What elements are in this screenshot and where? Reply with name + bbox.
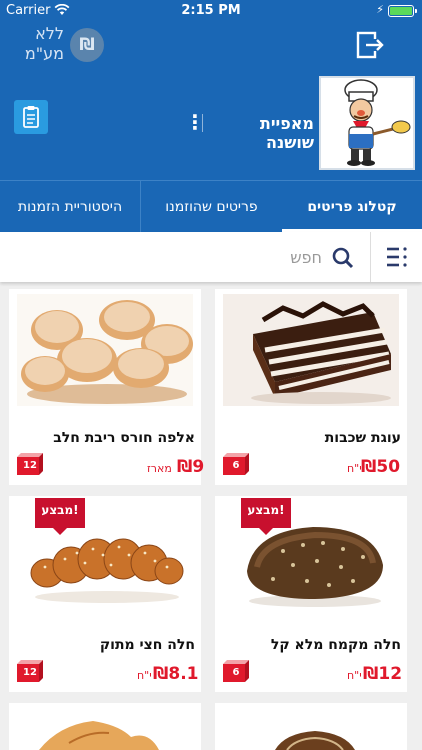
product-name: אלפה חורס ריבת חלב: [53, 430, 195, 446]
add-to-cart-button[interactable]: 12: [17, 660, 43, 682]
store-header: מאפיית שושנה ⋮: [0, 68, 422, 180]
product-unit: י"ח: [347, 669, 362, 682]
product-unit: י"ח: [137, 669, 152, 682]
cart-count: 6: [232, 667, 240, 678]
store-logo: [319, 76, 415, 170]
product-card[interactable]: מבצע! חלה מקמח מלא קל י"ח ₪12 6: [215, 496, 407, 692]
tab-bar: קטלוג פריטים פריטים שהוזמנו היסטוריית הז…: [0, 180, 422, 233]
product-image: [223, 294, 399, 406]
product-name: חלה חצי מתוק: [99, 637, 195, 653]
store-name: מאפיית שושנה: [259, 114, 314, 152]
product-image: [9, 703, 201, 750]
product-unit: י"ח: [347, 462, 362, 475]
charging-icon: ⚡: [376, 3, 384, 16]
product-name: עוגת שכבות: [324, 430, 401, 446]
no-vat-label: ללא מע"מ: [22, 24, 64, 64]
product-price: ₪9: [177, 457, 205, 477]
shekel-icon: ₪: [79, 35, 95, 55]
product-card[interactable]: מבצע! חלה חצי מתוק י"ח ₪8.1 12: [9, 496, 201, 692]
cart-count: 12: [23, 667, 37, 678]
no-vat-line-2: מע"מ: [24, 44, 64, 63]
tab-ordered-items[interactable]: פריטים שהוזמנו: [140, 181, 282, 233]
product-image: [17, 294, 193, 406]
add-to-cart-button[interactable]: 12: [17, 453, 43, 475]
order-clipboard-button[interactable]: [14, 100, 48, 134]
cart-count: 12: [23, 460, 37, 471]
logout-icon[interactable]: [354, 30, 386, 60]
clipboard-icon: [23, 106, 39, 128]
add-to-cart-button[interactable]: 6: [223, 453, 249, 475]
vat-toggle-button[interactable]: ₪: [70, 28, 104, 62]
battery-icon: [388, 5, 417, 17]
more-options-icon[interactable]: ⋮: [185, 111, 205, 133]
no-vat-line-1: ללא: [35, 24, 64, 43]
product-card[interactable]: [215, 703, 407, 750]
product-price: ₪50: [361, 457, 401, 477]
product-unit: מארז: [147, 462, 172, 475]
product-name: חלה מקמח מלא קל: [270, 637, 401, 653]
search-bar: [0, 232, 422, 282]
product-card[interactable]: אלפה חורס ריבת חלב מארז ₪9 12: [9, 289, 205, 485]
category-menu-button[interactable]: [370, 232, 422, 282]
sale-tag: מבצע!: [35, 498, 85, 535]
cart-count: 6: [232, 460, 240, 471]
product-image: [215, 703, 407, 750]
status-time: 2:15 PM: [181, 3, 241, 18]
alfajores-image: [17, 294, 193, 406]
product-card[interactable]: עוגת שכבות י"ח ₪50 6: [215, 289, 407, 485]
layer-cake-image: [223, 294, 399, 406]
product-card[interactable]: [9, 703, 201, 750]
search-input[interactable]: [10, 242, 322, 272]
product-price: ₪8.1: [153, 664, 199, 684]
chef-logo-icon: [321, 78, 413, 168]
search-icon[interactable]: [330, 245, 356, 271]
add-to-cart-button[interactable]: 6: [223, 660, 249, 682]
tab-item-catalog[interactable]: קטלוג פריטים: [282, 181, 422, 233]
list-menu-icon: [387, 247, 407, 267]
status-bar: Carrier 2:15 PM ⚡: [0, 0, 422, 22]
product-price: ₪12: [363, 664, 403, 684]
tab-order-history[interactable]: היסטוריית הזמנות: [0, 181, 140, 233]
sale-tag: מבצע!: [241, 498, 291, 535]
top-bar: ללא מע"מ ₪: [0, 22, 422, 68]
app-screen: Carrier 2:15 PM ⚡ ללא מע"מ ₪ מאפיית שושנ…: [0, 0, 422, 750]
